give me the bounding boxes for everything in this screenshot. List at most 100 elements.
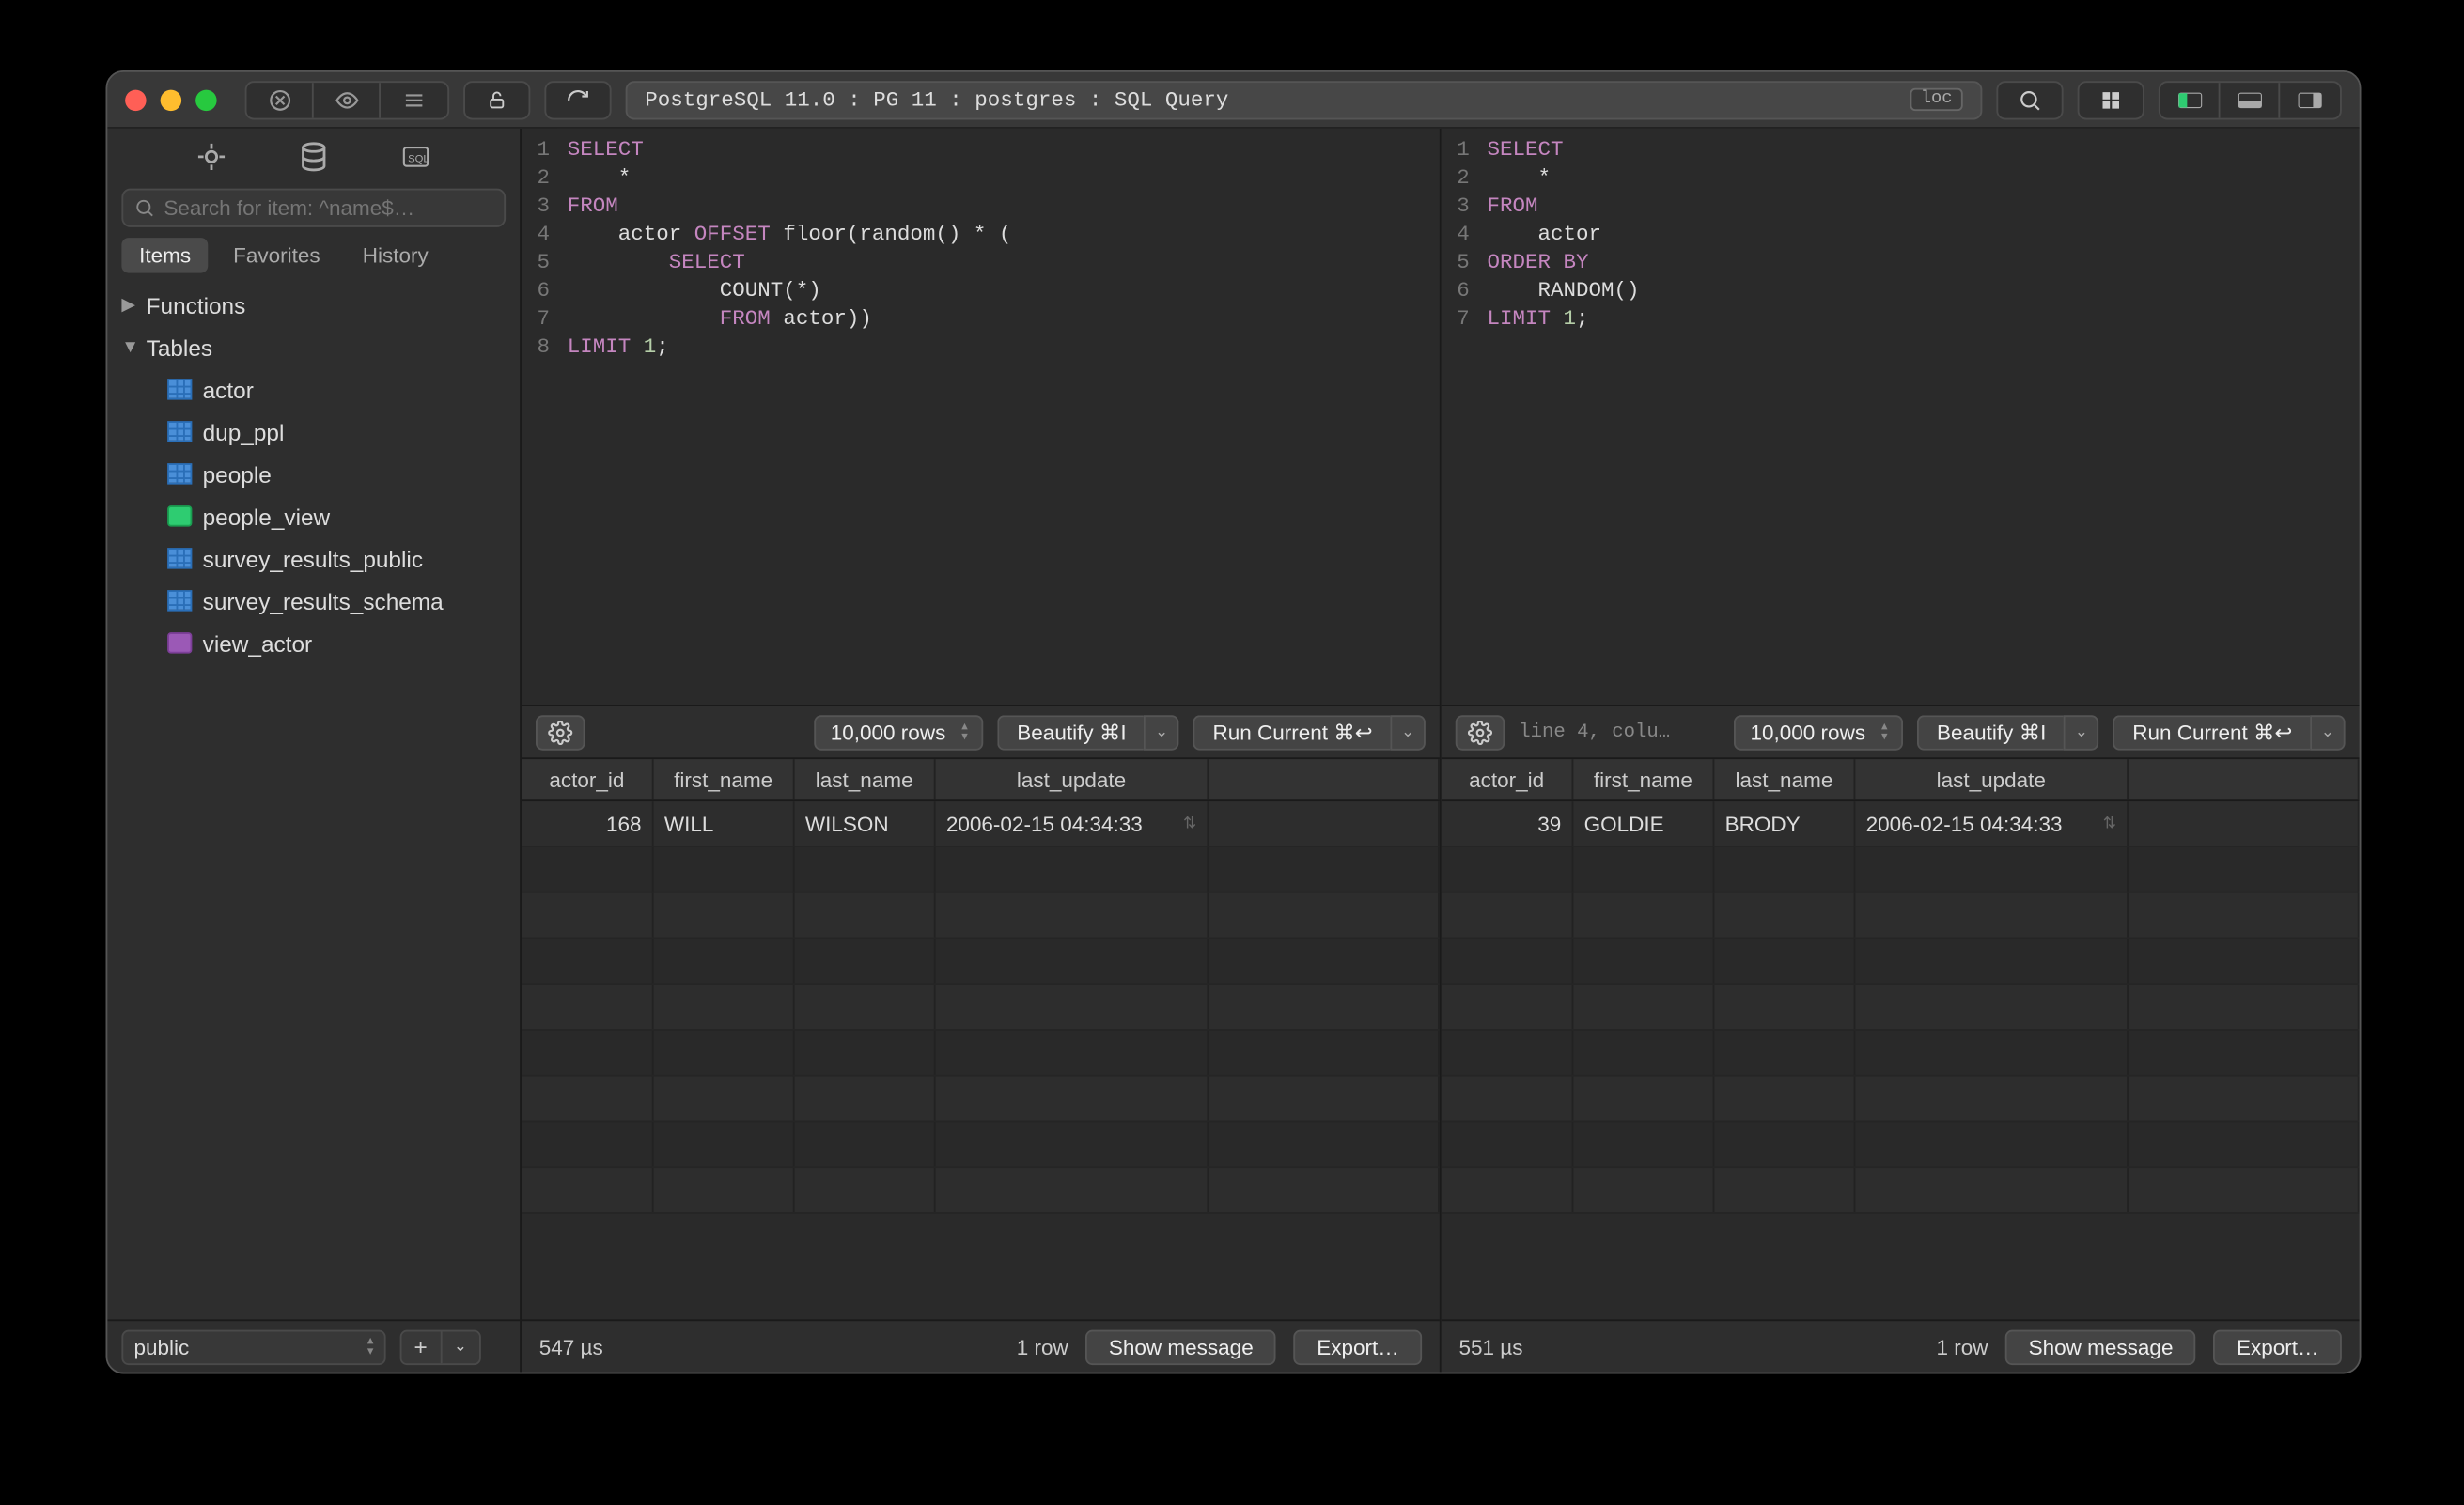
result-row[interactable]: 39 GOLDIE BRODY 2006-02-15 04:34:33⇅ [1442,801,2360,847]
stepper-icon: ▴▾ [961,721,968,743]
database-icon[interactable] [298,140,330,177]
main-area: 12345678 SELECT * FROM actor OFFSET floo… [522,129,2360,1373]
gear-icon [1468,720,1492,744]
table-item-label: survey_results_public [203,545,423,571]
col-last-update[interactable]: last_update [1855,759,2129,799]
editor-code[interactable]: SELECT * FROM actor OFFSET floor(random(… [557,129,1440,705]
query-pane-left: 12345678 SELECT * FROM actor OFFSET floo… [522,129,1440,1373]
dropdown-button[interactable]: ⌄ [442,1331,479,1363]
sidebar-mode-icons: SQL [107,129,520,189]
export-button[interactable]: Export… [1294,1329,1422,1365]
tree-group-tables[interactable]: ▼ Tables [107,326,520,368]
run-main[interactable]: Run Current ⌘↩ [2113,714,2311,750]
col-first-name[interactable]: first_name [1573,759,1714,799]
cell-last-name: WILSON [795,801,936,846]
export-button[interactable]: Export… [2214,1329,2342,1365]
col-last-name[interactable]: last_name [795,759,936,799]
beautify-dropdown[interactable]: ⌄ [2064,714,2099,750]
col-actor-id[interactable]: actor_id [522,759,654,799]
sql-editor-left[interactable]: 12345678 SELECT * FROM actor OFFSET floo… [522,129,1440,706]
query-pane-right: 1234567 SELECT * FROM actor ORDER BY RAN… [1440,129,2360,1373]
cell-first-name: WILL [654,801,795,846]
lock-button[interactable] [463,80,530,118]
query-toolbar-left: 10,000 rows▴▾ Beautify ⌘I ⌄ Run Current … [522,706,1440,759]
sidebar-tab-history[interactable]: History [345,238,446,273]
beautify-button-left: Beautify ⌘I ⌄ [998,714,1179,750]
close-window-button[interactable] [125,89,147,111]
show-message-button[interactable]: Show message [1085,1329,1276,1365]
beautify-main[interactable]: Beautify ⌘I [998,714,1145,750]
sidebar-search-input[interactable] [164,195,493,220]
add-button[interactable]: + [402,1331,442,1363]
bottom-panel-toggle[interactable] [2221,82,2281,117]
table-item-people[interactable]: people [107,453,520,495]
sql-icon[interactable]: SQL [400,140,432,177]
query-settings-button[interactable] [536,714,585,750]
tree-group-label: Functions [147,291,246,318]
tree-group-functions[interactable]: ▶ Functions [107,284,520,326]
search-button[interactable] [1996,80,2063,118]
cell-last-update: 2006-02-15 04:34:33⇅ [1855,801,2129,846]
toolbar-group-cancel-view [245,80,450,118]
run-dropdown[interactable]: ⌄ [2310,714,2346,750]
col-actor-id[interactable]: actor_id [1442,759,1574,799]
sidebar-tabs: Items Favorites History [121,238,506,273]
list-button[interactable] [381,82,447,117]
col-last-name[interactable]: last_name [1714,759,1855,799]
table-icon [167,548,192,569]
run-button-right: Run Current ⌘↩ ⌄ [2113,714,2346,750]
table-item-label: dup_ppl [203,418,285,444]
sidebar-tab-favorites[interactable]: Favorites [215,238,337,273]
row-limit-select-right[interactable]: 10,000 rows▴▾ [1735,714,1904,750]
query-time: 551 µs [1459,1334,1523,1358]
breadcrumb-path[interactable]: PostgreSQL 11.0 : PG 11 : postgres : SQL… [626,80,1983,118]
run-dropdown[interactable]: ⌄ [1390,714,1426,750]
titlebar: PostgreSQL 11.0 : PG 11 : postgres : SQL… [107,72,2359,129]
connection-badge: loc [1910,88,1962,111]
query-settings-button[interactable] [1456,714,1505,750]
sort-icon[interactable]: ⇅ [1183,814,1196,833]
col-empty [1209,759,1440,799]
col-first-name[interactable]: first_name [654,759,795,799]
preview-button[interactable] [314,82,381,117]
table-icon [167,590,192,612]
table-item-dup_ppl[interactable]: dup_ppl [107,411,520,453]
right-panel-toggle[interactable] [2280,82,2340,117]
schema-select-value: public [134,1334,190,1358]
left-panel-toggle[interactable] [2160,82,2221,117]
run-main[interactable]: Run Current ⌘↩ [1193,714,1391,750]
connection-icon[interactable] [195,140,227,177]
refresh-button[interactable] [544,80,611,118]
sidebar-search[interactable] [121,189,506,227]
table-item-survey_results_public[interactable]: survey_results_public [107,537,520,580]
result-row[interactable]: 168 WILL WILSON 2006-02-15 04:34:33⇅ [522,801,1440,847]
table-item-people_view[interactable]: people_view [107,495,520,537]
schema-select[interactable]: public ▴▾ [121,1329,385,1365]
table-item-label: survey_results_schema [203,587,444,613]
table-item-view_actor[interactable]: view_actor [107,622,520,664]
beautify-dropdown[interactable]: ⌄ [1144,714,1179,750]
disclosure-down-icon: ▼ [121,337,139,357]
results-header: actor_id first_name last_name last_updat… [1442,759,2360,801]
zoom-window-button[interactable] [195,89,217,111]
minimize-window-button[interactable] [161,89,182,111]
pane-footer-left: 547 µs 1 row Show message Export… [522,1319,1440,1372]
table-item-survey_results_schema[interactable]: survey_results_schema [107,580,520,622]
sql-editor-right[interactable]: 1234567 SELECT * FROM actor ORDER BY RAN… [1442,129,2360,706]
grid-view-button[interactable] [2078,80,2144,118]
row-limit-select-left[interactable]: 10,000 rows▴▾ [815,714,984,750]
cell-actor-id: 39 [1442,801,1574,846]
tree-group-label: Tables [147,334,212,360]
sidebar-tab-items[interactable]: Items [121,238,209,273]
table-item-label: people_view [203,503,331,529]
breadcrumb-text: PostgreSQL 11.0 : PG 11 : postgres : SQL… [645,87,1228,112]
gear-icon [548,720,572,744]
beautify-main[interactable]: Beautify ⌘I [1917,714,2064,750]
sort-icon[interactable]: ⇅ [2103,814,2116,833]
add-remove-stepper: + ⌄ [400,1329,481,1365]
editor-code[interactable]: SELECT * FROM actor ORDER BY RANDOM() LI… [1476,129,2359,705]
cancel-button[interactable] [247,82,314,117]
show-message-button[interactable]: Show message [2005,1329,2196,1365]
table-item-actor[interactable]: actor [107,368,520,411]
col-last-update[interactable]: last_update [936,759,1209,799]
